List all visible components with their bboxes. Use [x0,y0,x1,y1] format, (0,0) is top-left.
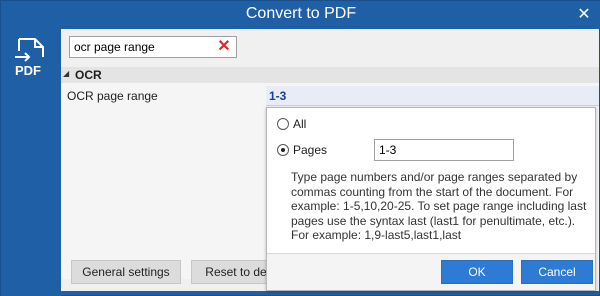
property-name: OCR page range [67,89,158,103]
radio-all[interactable] [277,118,289,130]
pages-input[interactable] [374,139,514,161]
popup-footer: OK Cancel [267,254,595,290]
group-row-ocr[interactable]: ◢ OCR [61,67,599,83]
help-text: Type page numbers and/or page ranges sep… [291,170,587,242]
radio-pages-label[interactable]: Pages [293,143,327,157]
title-bar: Convert to PDF ✕ [1,1,600,29]
search-input[interactable] [74,39,214,55]
page-range-popup: All Pages Type page numbers and/or page … [266,107,596,291]
group-label: OCR [75,68,102,82]
close-icon[interactable]: ✕ [575,6,593,24]
triangle-collapse-icon[interactable]: ◢ [63,69,69,78]
general-settings-button[interactable]: General settings [71,260,181,284]
pdf-logo-text: PDF [15,63,41,77]
clear-icon[interactable]: ✕ [216,38,232,56]
radio-all-label[interactable]: All [293,117,306,131]
search-bar: ✕ [61,29,599,65]
ok-button[interactable]: OK [441,260,513,284]
property-value[interactable]: 1-3 [266,86,599,106]
convert-to-pdf-dialog: Convert to PDF ✕ PDF ✕ ◢ OCR OCR page r [0,0,600,296]
cancel-button[interactable]: Cancel [521,260,593,284]
sidebar: PDF [1,29,61,296]
property-row-ocr-page-range[interactable]: OCR page range 1-3 [61,86,599,106]
search-box: ✕ [69,36,237,58]
radio-pages[interactable] [277,144,289,156]
property-value-text: 1-3 [269,89,287,103]
pdf-logo-icon: PDF [15,38,44,77]
window-title: Convert to PDF [245,5,357,22]
